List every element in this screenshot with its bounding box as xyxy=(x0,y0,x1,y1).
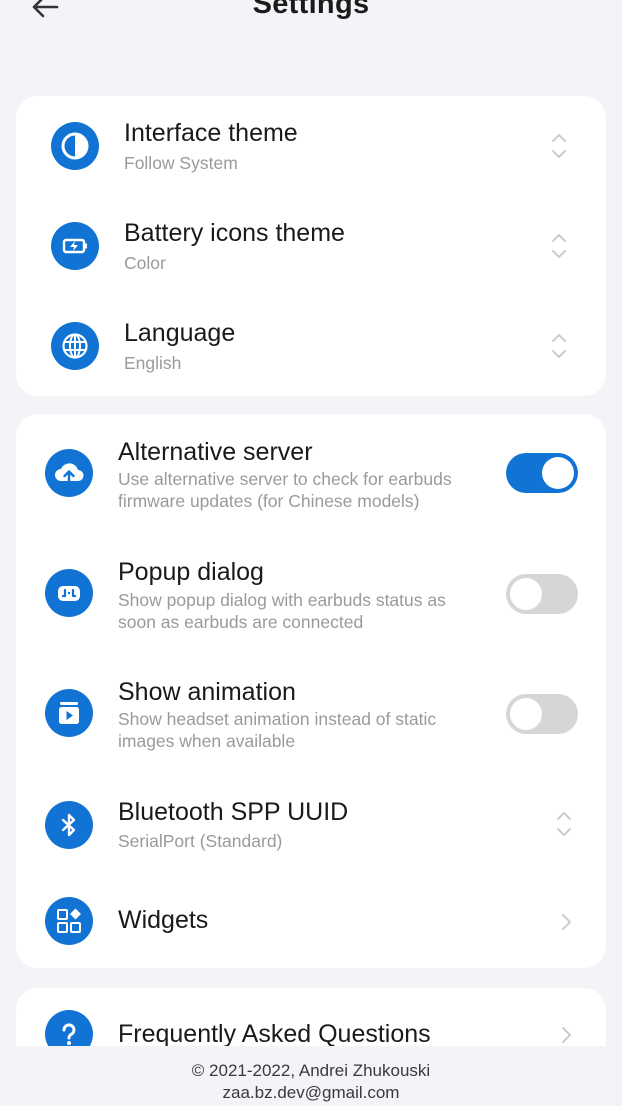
contact-email[interactable]: zaa.bz.dev@gmail.com xyxy=(0,1082,622,1104)
top-app-bar: Settings xyxy=(0,0,622,40)
alternative-server-description-line2: firmware updates (for Chinese models) xyxy=(118,491,420,511)
battery-icons-theme-title: Battery icons theme xyxy=(124,219,345,247)
alternative-server-description-line1: Use alternative server to check for earb… xyxy=(118,469,452,489)
popup-dialog-toggle[interactable] xyxy=(506,574,578,614)
popup-dialog-description-line2: soon as earbuds are connected xyxy=(118,612,364,632)
show-animation-title: Show animation xyxy=(118,678,296,706)
alternative-server-toggle[interactable] xyxy=(506,453,578,493)
chevron-right-icon xyxy=(562,1027,571,1043)
language-title: Language xyxy=(124,319,236,347)
globe-icon xyxy=(51,322,99,370)
battery-icons-theme-value: Color xyxy=(124,253,166,273)
popup-dialog-row[interactable]: Popup dialog Show popup dialog with earb… xyxy=(16,534,606,654)
half-circle-icon xyxy=(51,122,99,170)
bluetooth-spp-uuid-row[interactable]: Bluetooth SPP UUID SerialPort (Standard) xyxy=(16,774,606,874)
toggle-knob xyxy=(542,457,574,489)
widgets-title: Widgets xyxy=(118,906,209,934)
bluetooth-spp-uuid-title: Bluetooth SPP UUID xyxy=(118,798,349,826)
battery-icons-theme-row[interactable]: Battery icons theme Color xyxy=(16,196,606,296)
interface-theme-row[interactable]: Interface theme Follow System xyxy=(16,96,606,196)
show-animation-toggle[interactable] xyxy=(506,694,578,734)
language-value: English xyxy=(124,353,182,373)
question-icon xyxy=(45,1010,93,1046)
faq-row[interactable]: Frequently Asked Questions xyxy=(16,988,606,1046)
toggle-knob xyxy=(510,698,542,730)
help-card: Frequently Asked Questions xyxy=(16,988,606,1046)
language-row[interactable]: Language English xyxy=(16,296,606,396)
alternative-server-row[interactable]: Alternative server Use alternative serve… xyxy=(16,414,606,534)
popup-dialog-title: Popup dialog xyxy=(118,558,264,586)
settings-scroll-area[interactable]: Settings Interface theme Follow System B… xyxy=(0,0,622,1046)
up-down-chevron-icon xyxy=(552,134,566,158)
bluetooth-icon xyxy=(45,801,93,849)
up-down-chevron-icon xyxy=(552,334,566,358)
page-title: Settings xyxy=(252,0,370,20)
show-animation-description-line1: Show headset animation instead of static xyxy=(118,709,437,729)
bluetooth-spp-uuid-value: SerialPort (Standard) xyxy=(118,831,283,851)
interface-theme-value: Follow System xyxy=(124,153,238,173)
cloud-upload-icon xyxy=(45,449,93,497)
widgets-row[interactable]: Widgets xyxy=(16,874,606,968)
copyright-text: © 2021-2022, Andrei Zhukouski xyxy=(191,1061,431,1080)
show-animation-row[interactable]: Show animation Show headset animation in… xyxy=(16,654,606,774)
faq-title: Frequently Asked Questions xyxy=(118,1020,431,1046)
behavior-card: Alternative server Use alternative serve… xyxy=(16,414,606,968)
popup-dialog-description-line1: Show popup dialog with earbuds status as xyxy=(118,590,446,610)
up-down-chevron-icon xyxy=(557,812,571,836)
up-down-chevron-icon xyxy=(552,234,566,258)
play-video-icon xyxy=(45,689,93,737)
alternative-server-title: Alternative server xyxy=(118,438,313,466)
interface-theme-title: Interface theme xyxy=(124,119,298,147)
widgets-icon xyxy=(45,897,93,945)
appearance-card: Interface theme Follow System Battery ic… xyxy=(16,96,606,396)
battery-charging-icon xyxy=(51,222,99,270)
earbuds-case-icon xyxy=(45,569,93,617)
toggle-knob xyxy=(510,578,542,610)
chevron-right-icon xyxy=(562,914,571,930)
footer: © 2021-2022, Andrei Zhukouski zaa.bz.dev… xyxy=(0,1046,622,1106)
show-animation-description-line2: images when available xyxy=(118,731,296,751)
